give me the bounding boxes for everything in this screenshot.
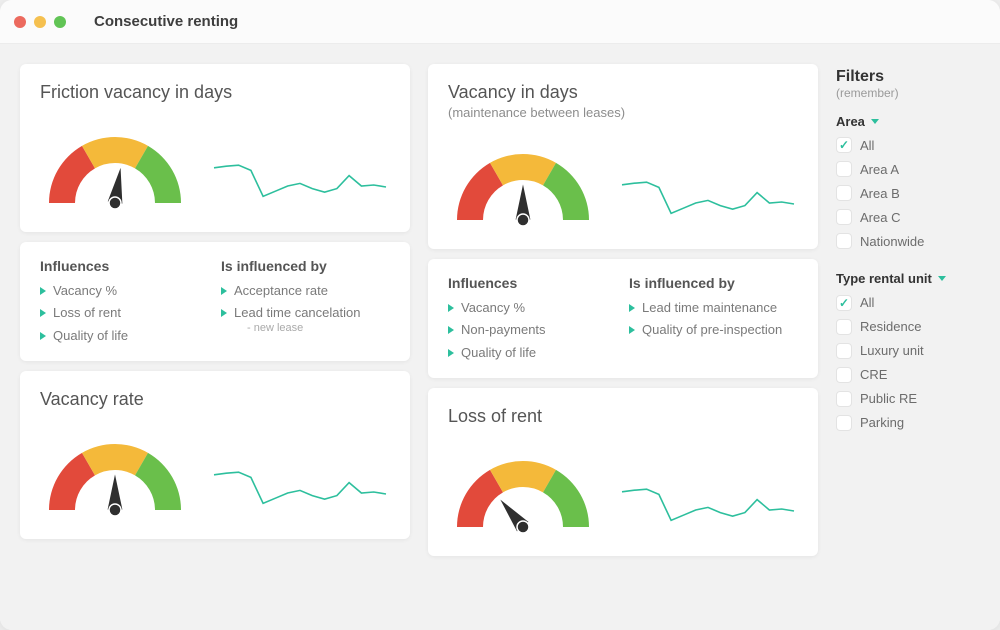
list-item[interactable]: Quality of life <box>40 325 209 347</box>
gauge-chart <box>40 428 190 523</box>
triangle-icon <box>629 304 635 312</box>
filter-options-type: All Residence Luxury unit CRE Public RE … <box>836 295 996 431</box>
chevron-down-icon <box>938 276 946 281</box>
filter-option[interactable]: All <box>836 295 996 311</box>
list-item[interactable]: Vacancy % <box>448 297 617 319</box>
triangle-icon <box>629 326 635 334</box>
filter-option[interactable]: Residence <box>836 319 996 335</box>
gauge-chart <box>448 138 598 233</box>
filter-option[interactable]: Parking <box>836 415 996 431</box>
influences-friction-vacancy: Influences Vacancy % Loss of rent Qualit… <box>20 242 410 361</box>
sparkline-chart <box>618 173 798 233</box>
list-item[interactable]: Lead time maintenance <box>629 297 798 319</box>
filters-panel: Filters (remember) Area All Area A Area … <box>836 64 996 610</box>
influences-header: Influences <box>448 275 617 291</box>
titlebar: Consecutive renting <box>0 0 1000 44</box>
filters-title: Filters <box>836 68 996 86</box>
list-item[interactable]: Quality of life <box>448 342 617 364</box>
influenced-by-header: Is influenced by <box>221 258 390 274</box>
influences-vacancy-days: Influences Vacancy % Non-payments Qualit… <box>428 259 818 378</box>
checkbox-icon <box>836 209 852 225</box>
window-title: Consecutive renting <box>94 13 238 30</box>
app-window: Consecutive renting Friction vacancy in … <box>0 0 1000 630</box>
checkbox-icon <box>836 391 852 407</box>
triangle-icon <box>40 309 46 317</box>
kpi-title: Loss of rent <box>448 406 798 427</box>
kpi-title: Vacancy rate <box>40 389 390 410</box>
gauge-chart <box>40 121 190 216</box>
list-item[interactable]: Non-payments <box>448 319 617 341</box>
triangle-icon <box>448 326 454 334</box>
influences-header: Influences <box>40 258 209 274</box>
list-item[interactable]: Quality of pre-inspection <box>629 319 798 341</box>
list-item[interactable]: Loss of rent <box>40 302 209 324</box>
kpi-vacancy-days[interactable]: Vacancy in days (maintenance between lea… <box>428 64 818 249</box>
list-item[interactable]: Acceptance rate <box>221 280 390 302</box>
checkbox-icon <box>836 185 852 201</box>
influenced-by-list: Lead time maintenance Quality of pre-ins… <box>629 297 798 342</box>
influences-list: Vacancy % Non-payments Quality of life <box>448 297 617 364</box>
sparkline-chart <box>618 480 798 540</box>
filter-option[interactable]: Public RE <box>836 391 996 407</box>
dashboard-content: Friction vacancy in days Influences Vaca… <box>0 44 1000 630</box>
triangle-icon <box>448 349 454 357</box>
triangle-icon <box>221 287 227 295</box>
checkbox-icon <box>836 319 852 335</box>
checkbox-icon <box>836 415 852 431</box>
triangle-icon <box>221 309 227 317</box>
zoom-icon[interactable] <box>54 16 66 28</box>
gauge-chart <box>448 445 598 540</box>
influences-list: Vacancy % Loss of rent Quality of life <box>40 280 209 347</box>
triangle-icon <box>448 304 454 312</box>
list-item[interactable]: Vacancy % <box>40 280 209 302</box>
checkbox-icon <box>836 161 852 177</box>
checkbox-icon <box>836 137 852 153</box>
influenced-by-list: Acceptance rate Lead time cancelation - … <box>221 280 390 338</box>
filter-option[interactable]: Nationwide <box>836 233 996 249</box>
filters-note: (remember) <box>836 86 996 100</box>
filter-group-area[interactable]: Area <box>836 114 996 129</box>
sparkline-chart <box>210 156 390 216</box>
kpi-vacancy-rate[interactable]: Vacancy rate <box>20 371 410 539</box>
kpi-title: Vacancy in days <box>448 82 798 103</box>
checkbox-icon <box>836 233 852 249</box>
filter-option[interactable]: Area C <box>836 209 996 225</box>
filter-option[interactable]: Area B <box>836 185 996 201</box>
filter-option[interactable]: CRE <box>836 367 996 383</box>
filter-group-type[interactable]: Type rental unit <box>836 271 996 287</box>
influenced-by-header: Is influenced by <box>629 275 798 291</box>
triangle-icon <box>40 287 46 295</box>
chevron-down-icon <box>871 119 879 124</box>
minimize-icon[interactable] <box>34 16 46 28</box>
kpi-subtitle: (maintenance between leases) <box>448 105 798 120</box>
window-controls <box>14 16 66 28</box>
filter-options-area: All Area A Area B Area C Nationwide <box>836 137 996 249</box>
kpi-loss-of-rent[interactable]: Loss of rent <box>428 388 818 556</box>
filter-option[interactable]: Area A <box>836 161 996 177</box>
list-item[interactable]: Lead time cancelation - new lease <box>221 302 390 338</box>
left-column: Friction vacancy in days Influences Vaca… <box>20 64 410 610</box>
checkbox-icon <box>836 343 852 359</box>
kpi-friction-vacancy[interactable]: Friction vacancy in days <box>20 64 410 232</box>
close-icon[interactable] <box>14 16 26 28</box>
checkbox-icon <box>836 295 852 311</box>
right-column: Vacancy in days (maintenance between lea… <box>428 64 818 610</box>
sparkline-chart <box>210 463 390 523</box>
filter-option[interactable]: Luxury unit <box>836 343 996 359</box>
kpi-title: Friction vacancy in days <box>40 82 390 103</box>
triangle-icon <box>40 332 46 340</box>
checkbox-icon <box>836 367 852 383</box>
filter-option[interactable]: All <box>836 137 996 153</box>
